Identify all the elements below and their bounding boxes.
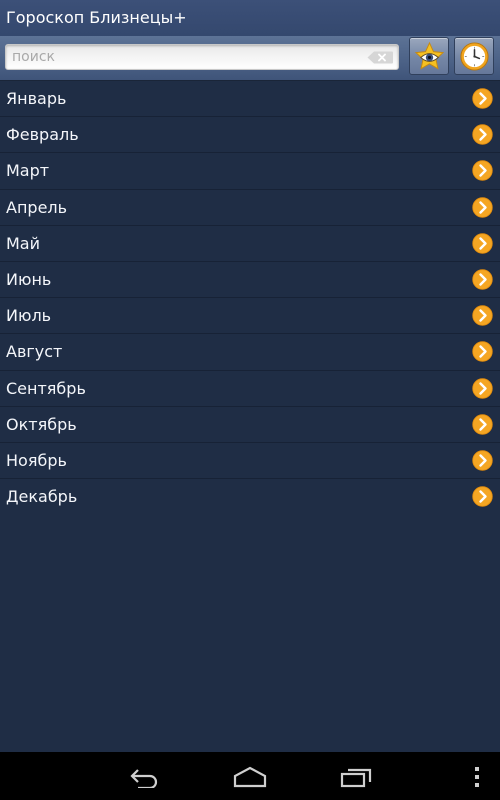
search-placeholder: поиск [12,49,55,65]
list-item-august[interactable]: Август [0,334,500,371]
list-item-june[interactable]: Июнь [0,262,500,299]
list-item-label: Январь [6,89,67,108]
list-item-label: Март [6,161,50,181]
chevron-right-icon[interactable] [472,341,493,363]
list-item-label: Декабрь [6,487,78,507]
navigation-bar [0,752,500,800]
list-item-november[interactable]: Ноябрь [0,443,500,480]
chevron-right-icon[interactable] [472,486,493,507]
recent-apps-icon[interactable] [340,766,374,788]
star-eye-icon [414,41,445,70]
list-item-label: Апрель [6,197,68,217]
menu-icon[interactable] [473,766,481,788]
list-item-february[interactable]: Февраль [0,117,500,154]
search-input[interactable]: поиск [5,44,399,70]
list-item-label: Август [6,342,63,362]
list-item-label: Май [6,233,41,253]
list-item-july[interactable]: Июль [0,298,500,335]
list-item-label: Ноябрь [6,450,67,470]
list-item-may[interactable]: Май [0,226,500,262]
home-icon[interactable] [233,766,267,788]
backspace-icon[interactable] [367,51,393,64]
chevron-right-icon[interactable] [472,233,493,254]
chevron-right-icon[interactable] [472,450,493,471]
favorites-button[interactable] [409,37,449,75]
chevron-right-icon[interactable] [472,413,493,435]
chevron-right-icon[interactable] [472,124,493,145]
list-item-march[interactable]: Март [0,153,500,190]
toolbar: поиск [0,36,500,81]
app-title: Гороскоп Близнецы+ [6,8,187,27]
chevron-right-icon[interactable] [472,305,493,326]
list-item-label: Сентябрь [6,378,86,398]
list-item-september[interactable]: Сентябрь [0,371,500,407]
list-item-label: Июнь [6,269,52,289]
list-item-january[interactable]: Январь [0,81,500,118]
list-item-april[interactable]: Апрель [0,190,500,226]
chevron-right-icon[interactable] [472,196,493,218]
list-item-label: Февраль [6,125,79,145]
history-button[interactable] [454,37,494,75]
title-bar: Гороскоп Близнецы+ [0,0,500,36]
chevron-right-icon[interactable] [472,377,493,399]
list-item-label: Июль [6,306,52,326]
month-list: Январь Февраль Март Апрель Май Июнь Июль… [0,81,500,515]
chevron-right-icon[interactable] [472,160,493,182]
list-item-october[interactable]: Октябрь [0,407,500,443]
back-icon[interactable] [128,766,160,788]
list-item-december[interactable]: Декабрь [0,479,500,515]
chevron-right-icon[interactable] [472,269,493,290]
chevron-right-icon[interactable] [472,88,493,109]
list-item-label: Октябрь [6,414,77,434]
clock-icon [460,42,489,71]
